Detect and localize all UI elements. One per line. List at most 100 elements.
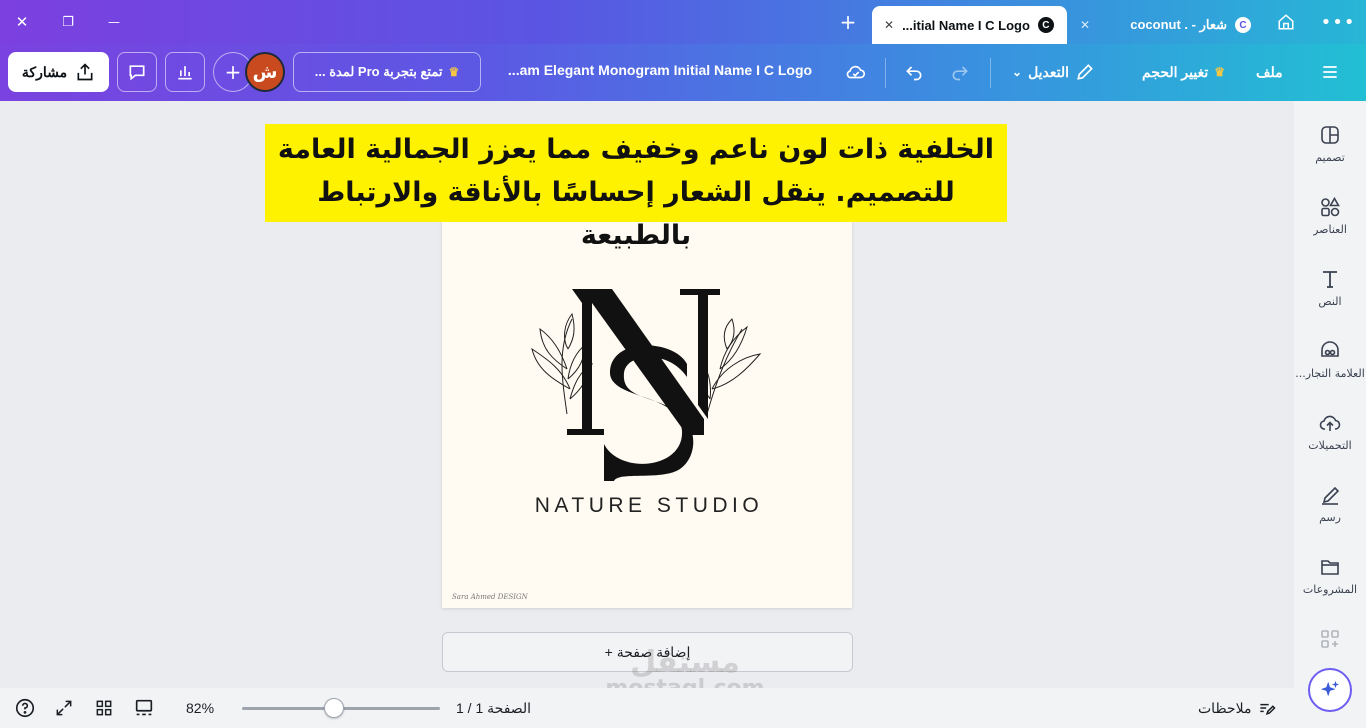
caption-line-2: للتصميم. ينقل الشعار إحساسًا بالأناقة وا… [317,177,955,251]
save-status-button[interactable] [838,54,874,90]
sidebar-label: التحميلات [1308,439,1352,452]
user-avatar[interactable]: ش [245,52,285,92]
text-icon [1323,271,1337,288]
canva-icon: C [1235,17,1251,33]
close-tab-icon[interactable]: ✕ [1080,18,1090,32]
canvas-area: NATURE STUDIO Sara Ahmed DESIGN الخلفية … [0,101,1294,688]
restore-icon: ❐ [62,14,74,30]
tab-current-design[interactable]: ✕ ...itial Name I C Logo C [872,6,1067,44]
brand-name-text: NATURE STUDIO [535,494,763,517]
help-button[interactable] [14,696,36,720]
apps-icon [1321,630,1339,648]
undo-button[interactable] [896,54,932,90]
sparkle-icon [1320,680,1340,697]
zoom-slider-thumb[interactable] [324,698,344,718]
monogram-n [567,289,720,435]
watermark-arabic: مستقل [630,645,740,680]
try-pro-button[interactable]: ♛ تمتع بتجربة Pro لمدة ... [293,52,481,92]
folder-icon [1321,560,1339,575]
more-icon: ••• [1320,11,1356,33]
pages-icon [135,699,153,716]
grid-view-button[interactable] [94,696,114,720]
logo-artwork: NATURE STUDIO Sara Ahmed DESIGN [452,289,763,601]
caption-line-1: الخلفية ذات لون ناعم وخفيف مما يعزز الجم… [277,134,995,165]
minimize-icon: — [108,15,120,29]
restore-window-button[interactable]: ❐ [56,10,80,34]
sidebar-label: رسم [1319,511,1341,524]
sidebar-label: المشروعات [1302,583,1358,596]
caption-overlay: الخلفية ذات لون ناعم وخفيف مما يعزز الجم… [265,124,1007,251]
pencil-icon [1077,64,1093,80]
page-indicator[interactable]: الصفحة 1 / 1 [456,696,531,720]
insights-button[interactable] [165,52,205,92]
expand-icon [56,700,72,716]
undo-icon [906,66,922,81]
grid-icon [96,700,112,716]
magic-assistant-button[interactable] [1308,668,1352,712]
redo-icon [952,66,968,81]
resize-label: تغيير الحجم [1142,63,1209,80]
comment-icon [129,65,145,81]
sidebar-item-draw[interactable]: رسم [1294,483,1366,547]
side-panel-nav: تصميم العناصر النص العلامة التجار... الت… [1294,101,1366,728]
minimize-window-button[interactable]: — [102,10,126,34]
tab-bar: ✕ ❐ — + ✕ ...itial Name I C Logo C ✕ coc… [0,0,1366,44]
home-icon [1278,14,1294,30]
sidebar-item-elements[interactable]: العناصر [1294,195,1366,259]
document-title[interactable]: ...am Elegant Monogram Initial Name I C … [500,62,820,78]
redo-button[interactable] [942,54,978,90]
sidebar-label: النص [1318,295,1342,308]
help-icon [15,698,35,718]
file-menu-button[interactable]: ملف [1256,54,1283,90]
home-button[interactable] [1274,10,1298,34]
comments-button[interactable] [117,52,157,92]
sidebar-item-projects[interactable]: المشروعات [1294,555,1366,619]
plus-icon: + [224,60,242,84]
design-page[interactable]: NATURE STUDIO Sara Ahmed DESIGN [442,219,852,608]
notes-button[interactable]: ملاحظات [1198,696,1277,720]
editor-toolbar: مشاركة + ♛ تمتع بتجربة Pro لمدة ... ...a… [0,44,1366,101]
edit-label: التعديل [1028,63,1070,80]
canva-icon: C [1037,17,1054,33]
upload-cloud-icon [1319,415,1341,431]
share-label: مشاركة [21,63,68,80]
page-view-button[interactable] [133,696,155,720]
edit-mode-dropdown[interactable]: التعديل ⌄ [1012,54,1095,90]
sidebar-label: العلامة التجار... [1295,367,1365,380]
sidebar-label: العناصر [1313,223,1347,236]
layout-icon [1321,126,1339,144]
share-button[interactable]: مشاركة [8,52,109,92]
close-window-button[interactable]: ✕ [10,10,34,34]
main-menu-button[interactable] [1312,54,1348,90]
right-leaf-branch [698,318,762,415]
pro-label: تمتع بتجربة Pro لمدة ... [314,64,443,79]
bottom-bar: 82% الصفحة 1 / 1 ملاحظات [0,688,1294,728]
toolbar-separator [990,58,991,88]
close-tab-icon[interactable]: ✕ [884,18,894,32]
close-icon: ✕ [15,13,29,31]
shapes-icon [1321,196,1340,217]
draw-icon [1322,486,1340,505]
notes-icon [1260,703,1276,716]
signature-text: Sara Ahmed DESIGN [452,593,529,601]
sidebar-item-design[interactable]: تصميم [1294,123,1366,187]
file-label: ملف [1256,63,1283,80]
new-tab-button[interactable]: + [836,10,860,34]
plus-icon: + [839,10,857,34]
chevron-down-icon: ⌄ [1012,65,1023,79]
sidebar-item-brand[interactable]: العلامة التجار... [1294,339,1366,403]
more-options-button[interactable]: ••• [1321,10,1355,34]
crown-icon: ♛ [1214,65,1226,79]
sidebar-item-uploads[interactable]: التحميلات [1294,411,1366,475]
cloud-check-icon [846,65,866,79]
tab-coconut[interactable]: ✕ coconut . - شعار C [1068,6,1263,44]
resize-button[interactable]: ♛ تغيير الحجم [1142,54,1225,90]
crown-icon: ♛ [448,65,460,79]
brand-icon [1321,341,1339,357]
toolbar-separator [885,58,886,88]
sidebar-item-text[interactable]: النص [1294,267,1366,331]
tab-title: ...itial Name I C Logo [902,17,1030,33]
sidebar-label: تصميم [1315,151,1345,164]
fullscreen-button[interactable] [54,696,74,720]
zoom-percent[interactable]: 82% [186,696,214,720]
